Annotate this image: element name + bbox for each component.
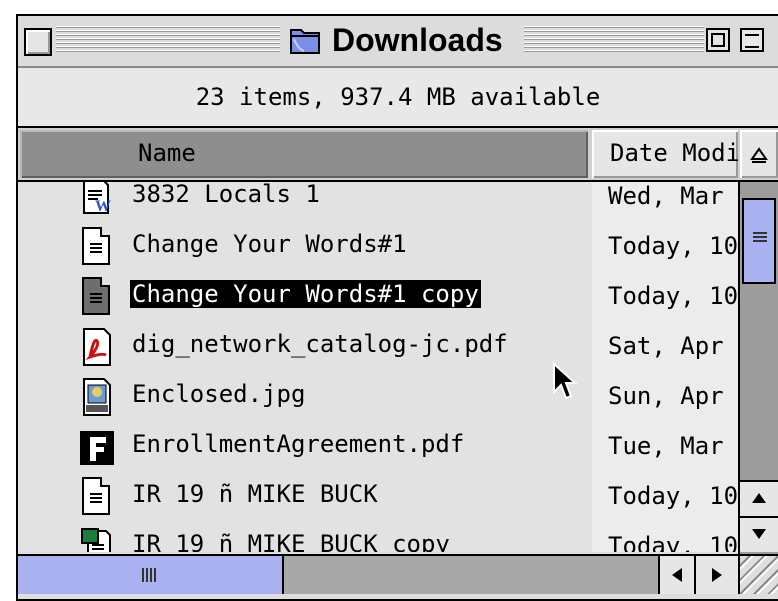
date-cell: Today, 10 — [592, 272, 738, 322]
date-cell: Sat, Apr 1 — [592, 322, 738, 372]
column-header: Name Date Modi — [18, 128, 778, 182]
windowshade-button[interactable] — [740, 28, 764, 52]
title-bar[interactable]: Downloads — [18, 16, 778, 68]
file-name[interactable]: 3832 Locals 1 — [130, 182, 322, 208]
text-doc-icon — [78, 227, 116, 267]
date-cell: Today, 10 — [592, 522, 738, 552]
file-date: Wed, Mar — [608, 182, 724, 210]
scroll-up-button[interactable] — [740, 480, 778, 516]
right-arrow-icon — [712, 568, 722, 582]
file-name[interactable]: IR 19 ñ MIKE BUCK — [130, 480, 380, 508]
scroll-down-button[interactable] — [740, 516, 778, 552]
file-date: Tue, Mar — [608, 432, 724, 460]
file-date: Today, 10 — [608, 232, 738, 260]
list-item[interactable]: Sun, Apr Enclosed.jpg — [18, 372, 738, 423]
down-arrow-icon — [752, 529, 766, 539]
info-bar: 23 items, 937.4 MB available — [18, 68, 778, 128]
left-arrow-icon — [672, 568, 682, 582]
name-column-label: Name — [138, 139, 196, 167]
list-item[interactable]: Sat, Apr 1 dig_network_catalog-jc.pdf — [18, 322, 738, 373]
window-title: Downloads — [280, 20, 511, 60]
file-name[interactable]: Change Your Words#1 — [130, 230, 409, 258]
file-date: Today, 10 — [608, 282, 738, 310]
folder-icon — [290, 29, 320, 54]
file-name[interactable]: Enclosed.jpg — [130, 380, 307, 408]
items-available-text: 23 items, 937.4 MB available — [195, 83, 601, 111]
svg-text:W: W — [95, 198, 111, 215]
list-item[interactable]: Today, 10 IR 19 ñ MIKE BUCK copy — [18, 522, 738, 552]
file-name[interactable]: EnrollmentAgreement.pdf — [130, 430, 466, 458]
date-column-label: Date Modi — [610, 139, 738, 167]
file-name[interactable]: dig_network_catalog-jc.pdf — [130, 330, 510, 358]
date-cell: Sun, Apr — [592, 372, 738, 422]
list-item[interactable]: Tue, Mar EnrollmentAgreement.pdf — [18, 422, 738, 473]
vertical-scroll-thumb[interactable] — [742, 198, 776, 284]
horizontal-scrollbar[interactable] — [18, 554, 738, 594]
list-item[interactable]: Today, 10 IR 19 ñ MIKE BUCK — [18, 472, 738, 523]
text-doc-icon — [78, 477, 116, 517]
sort-triangle-icon — [750, 146, 768, 163]
file-list: Wed, Mar W 3832 Locals 1 Today, 10 Chang… — [18, 182, 738, 552]
up-arrow-icon — [752, 493, 766, 503]
mouse-pointer-icon — [553, 362, 578, 400]
finder-window: Downloads 23 items, 937.4 MB available N… — [16, 14, 778, 601]
scroll-left-button[interactable] — [658, 556, 694, 594]
list-item[interactable]: Wed, Mar W 3832 Locals 1 — [18, 182, 738, 223]
vertical-scrollbar[interactable] — [738, 182, 778, 554]
file-date: Sat, Apr 1 — [608, 332, 738, 360]
file-date: Sun, Apr — [608, 382, 724, 410]
title-stripes-right — [524, 26, 704, 54]
title-stripes-left — [56, 26, 280, 54]
name-column-header[interactable]: Name — [20, 130, 588, 178]
date-cell: Wed, Mar — [592, 182, 738, 222]
word-doc-icon: W — [83, 182, 111, 215]
list-item[interactable]: Today, 10 Change Your Words#1 — [18, 222, 738, 273]
date-column-header[interactable]: Date Modi — [592, 130, 738, 178]
jpeg-image-icon — [83, 378, 111, 416]
font-doc-icon — [80, 431, 114, 465]
pdf-icon — [83, 328, 111, 366]
sort-direction-button[interactable] — [740, 130, 778, 178]
date-cell: Tue, Mar — [592, 422, 738, 472]
horizontal-scroll-thumb[interactable] — [18, 556, 284, 594]
date-cell: Today, 10 — [592, 472, 738, 522]
file-name-selected[interactable]: Change Your Words#1 copy — [130, 280, 481, 308]
scroll-right-button[interactable] — [694, 556, 738, 594]
file-date: Today, 10 — [608, 482, 738, 510]
list-item[interactable]: Today, 10 Change Your Words#1 copy — [18, 272, 738, 323]
close-box-button[interactable] — [24, 28, 52, 56]
zoom-box-button[interactable] — [706, 28, 730, 52]
date-cell: Today, 10 — [592, 222, 738, 272]
window-title-text: Downloads — [332, 21, 503, 58]
file-date: Today, 10 — [608, 532, 738, 552]
file-name[interactable]: IR 19 ñ MIKE BUCK copy — [130, 530, 452, 552]
resize-grip[interactable] — [738, 554, 778, 594]
alias-doc-icon — [81, 528, 111, 552]
text-doc-icon — [78, 277, 116, 317]
